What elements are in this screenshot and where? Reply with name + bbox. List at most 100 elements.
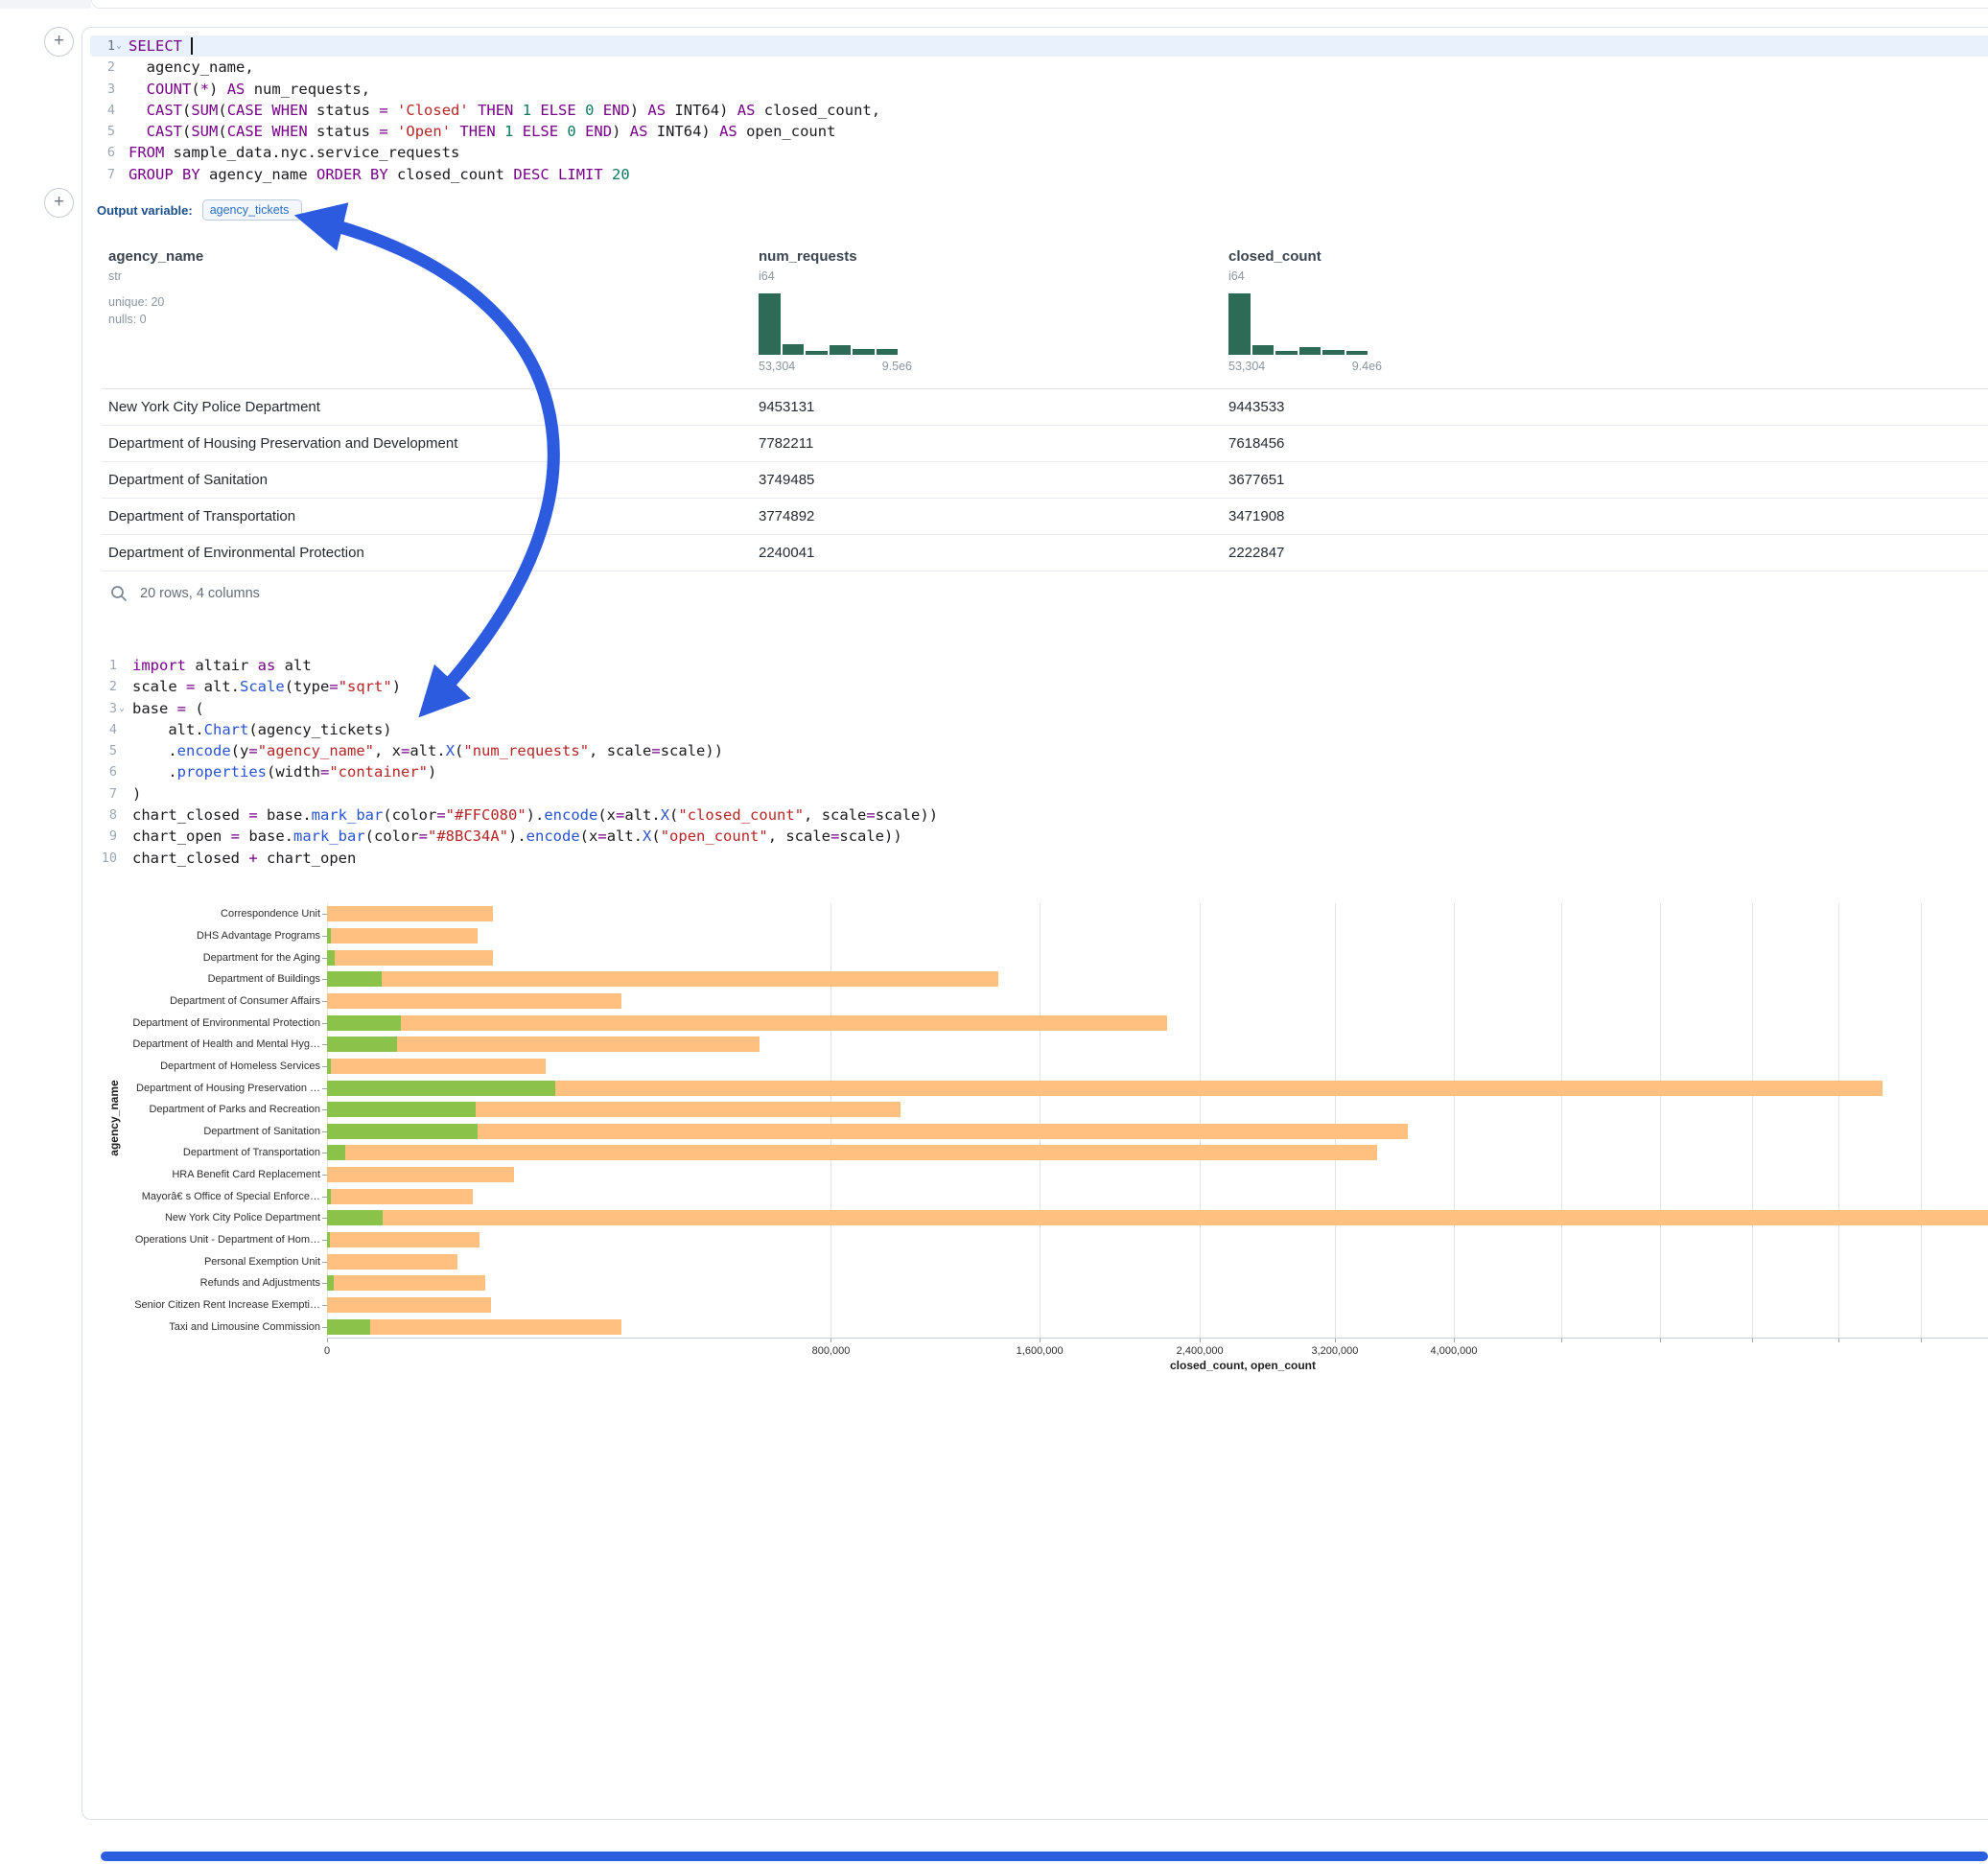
- y-axis-label: New York City Police Department: [100, 1211, 320, 1224]
- output-variable-row: Output variable: agency_tickets: [97, 197, 302, 223]
- histogram-bar: [853, 349, 875, 355]
- histogram-max-label: 9.4e6: [1352, 360, 1382, 373]
- line-number: 8: [90, 804, 117, 826]
- code-line[interactable]: 5 CAST(SUM(CASE WHEN status = 'Open' THE…: [90, 121, 1988, 142]
- code-line[interactable]: 6 .properties(width="container"): [90, 761, 1988, 782]
- code-line[interactable]: 1⌄SELECT: [90, 35, 1988, 57]
- code-line[interactable]: 2scale = alt.Scale(type="sqrt"): [90, 676, 1988, 697]
- code-line[interactable]: 8 chart_closed = base.mark_bar(color="#FF…: [90, 804, 1988, 826]
- histogram-bar: [1322, 350, 1345, 355]
- bar-open_count: [327, 1124, 478, 1139]
- table-row: Department of Sanitation37494853677651: [102, 462, 1988, 499]
- line-number: 7: [90, 783, 117, 804]
- x-gridline: [830, 903, 831, 1338]
- column-header-agency_name: agency_namestrunique: 20nulls: 0: [108, 248, 550, 328]
- table-cell: 3774892: [759, 499, 814, 534]
- bar-closed_count: [327, 971, 998, 987]
- table-cell: New York City Police Department: [108, 389, 320, 425]
- x-gridline: [1200, 903, 1201, 1338]
- altair-chart: closed_count, open_count agency_name 080…: [82, 897, 1988, 1406]
- bar-closed_count: [327, 928, 478, 944]
- histogram-bar: [783, 344, 805, 355]
- table-cell: 2240041: [759, 535, 814, 571]
- code-line[interactable]: 1import altair as alt: [90, 655, 1988, 676]
- bar-closed_count: [327, 1167, 514, 1182]
- code-line[interactable]: 3 COUNT(*) AS num_requests,: [90, 79, 1988, 100]
- table-row: Department of Environmental Protection 22…: [102, 535, 1988, 571]
- code-text: chart_closed = base.mark_bar(color="#FFC…: [132, 804, 938, 826]
- code-text: .encode(y="agency_name", x=alt.X("num_re…: [132, 740, 723, 761]
- code-line[interactable]: 7): [90, 783, 1988, 804]
- output-variable-pill[interactable]: agency_tickets: [202, 199, 302, 221]
- bar-closed_count: [327, 1081, 1883, 1096]
- add-cell-button-top[interactable]: +: [44, 27, 74, 57]
- bar-open_count: [327, 1232, 330, 1247]
- bar-closed_count: [327, 1232, 479, 1247]
- code-text: CAST(SUM(CASE WHEN status = 'Open' THEN …: [129, 121, 835, 142]
- line-number: 3: [90, 79, 115, 100]
- x-gridline: [1454, 903, 1455, 1338]
- table-cell: Department of Transportation: [108, 499, 295, 534]
- search-icon[interactable]: [109, 584, 129, 603]
- y-axis-label: Senior Citizen Rent Increase Exempti…: [100, 1298, 320, 1312]
- code-line[interactable]: 5 .encode(y="agency_name", x=alt.X("num_…: [90, 740, 1988, 761]
- x-axis-tick-label: 0: [274, 1345, 380, 1357]
- code-line[interactable]: 3⌄base = (: [90, 698, 1988, 719]
- bar-open_count: [327, 1015, 401, 1031]
- table-cell: 3677651: [1228, 462, 1284, 498]
- bar-closed_count: [327, 950, 493, 966]
- x-gridline: [327, 903, 328, 1338]
- bar-closed_count: [327, 1297, 491, 1313]
- fold-chevron-icon[interactable]: ⌄: [119, 698, 125, 719]
- code-line[interactable]: 4 CAST(SUM(CASE WHEN status = 'Closed' T…: [90, 100, 1988, 121]
- x-gridline: [1335, 903, 1336, 1338]
- y-axis-label: Taxi and Limousine Commission: [100, 1320, 320, 1334]
- bar-open_count: [327, 1081, 555, 1096]
- bar-closed_count: [327, 1124, 1408, 1139]
- table-row: Department of Transportation377489234719…: [102, 499, 1988, 535]
- code-line[interactable]: 2 agency_name,: [90, 57, 1988, 78]
- y-axis-label: Department of Housing Preservation …: [100, 1082, 320, 1095]
- bar-closed_count: [327, 993, 621, 1009]
- python-cell-editor[interactable]: 1import altair as alt2scale = alt.Scale(…: [90, 655, 1988, 869]
- line-number: 7: [90, 164, 115, 185]
- histogram-min-label: 53,304: [759, 360, 795, 373]
- x-axis-tick-label: 1,600,000: [987, 1345, 1092, 1357]
- code-line[interactable]: 6FROM sample_data.nyc.service_requests: [90, 142, 1988, 163]
- histogram-bar: [1275, 351, 1298, 355]
- fold-chevron-icon[interactable]: ⌄: [116, 35, 122, 57]
- y-axis-label: Department of Consumer Affairs: [100, 994, 320, 1008]
- table-cell: Department of Environmental Protection: [108, 535, 364, 571]
- bar-closed_count: [327, 1319, 621, 1335]
- y-axis-label: Correspondence Unit: [100, 907, 320, 920]
- line-number: 3: [90, 698, 117, 719]
- result-table-header: agency_namestrunique: 20nulls: 0num_requ…: [102, 241, 1988, 389]
- bar-open_count: [327, 1102, 476, 1117]
- bar-closed_count: [327, 1254, 457, 1270]
- x-gridline: [1040, 903, 1041, 1338]
- code-line[interactable]: 4 alt.Chart(agency_tickets): [90, 719, 1988, 740]
- bar-open_count: [327, 950, 335, 966]
- table-cell: 2222847: [1228, 535, 1284, 571]
- x-gridline: [1752, 903, 1753, 1338]
- y-axis-label: Department of Environmental Protection: [100, 1016, 320, 1030]
- code-line[interactable]: 7GROUP BY agency_name ORDER BY closed_co…: [90, 164, 1988, 185]
- output-variable-label: Output variable:: [97, 203, 193, 218]
- histogram-range-labels: 53,3049.5e6: [759, 360, 912, 373]
- code-text: .properties(width="container"): [132, 761, 436, 782]
- y-axis-label: Department of Health and Mental Hyg…: [100, 1037, 320, 1051]
- y-axis-label: Department of Buildings: [100, 972, 320, 986]
- bar-open_count: [327, 1210, 383, 1225]
- code-line[interactable]: 10chart_closed + chart_open: [90, 848, 1988, 869]
- code-line[interactable]: 9chart_open = base.mark_bar(color="#8BC3…: [90, 826, 1988, 847]
- sql-cell-editor[interactable]: 1⌄SELECT 2 agency_name,3 COUNT(*) AS num…: [90, 35, 1988, 185]
- y-axis-label: Department of Homeless Services: [100, 1060, 320, 1073]
- line-number: 1: [90, 655, 117, 676]
- y-axis-label: HRA Benefit Card Replacement: [100, 1168, 320, 1181]
- line-number: 2: [90, 676, 117, 697]
- line-number: 2: [90, 57, 115, 78]
- add-cell-button-middle[interactable]: +: [44, 188, 74, 218]
- bar-open_count: [327, 971, 382, 987]
- table-cell: 9453131: [759, 389, 814, 425]
- bar-open_count: [327, 1275, 334, 1291]
